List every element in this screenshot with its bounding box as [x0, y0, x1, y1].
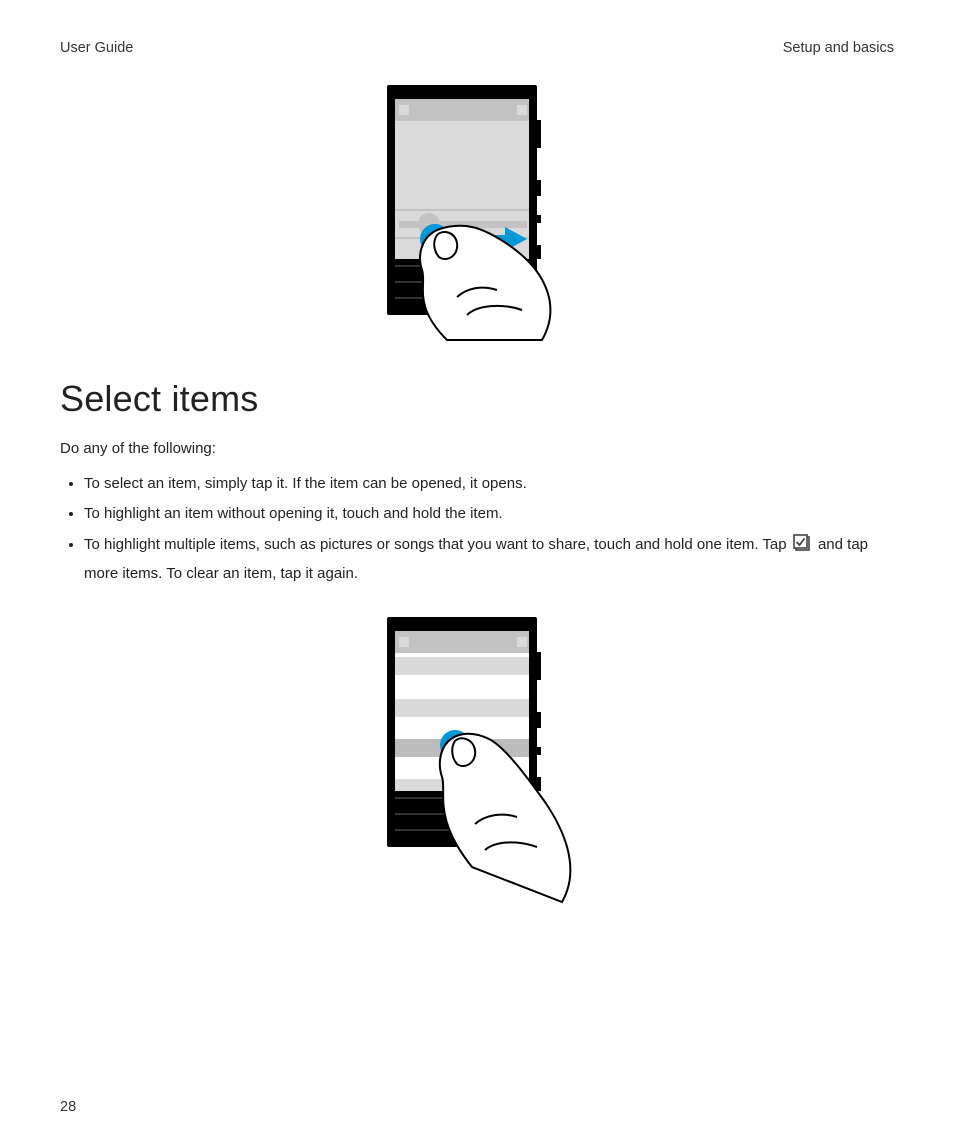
figure-swipe-right [60, 80, 894, 350]
figure-tap-hold [60, 617, 894, 937]
checkbox-select-icon [793, 534, 811, 561]
section-heading: Select items [60, 378, 894, 420]
header-left: User Guide [60, 40, 133, 56]
bullet-item-1: To select an item, simply tap it. If the… [84, 471, 894, 497]
bullet-item-2: To highlight an item without opening it,… [84, 501, 894, 527]
header-right: Setup and basics [783, 40, 894, 56]
bullet-item-3: To highlight multiple items, such as pic… [84, 532, 894, 588]
bullet-list: To select an item, simply tap it. If the… [60, 471, 894, 587]
intro-text: Do any of the following: [60, 440, 894, 457]
swipe-right-illustration [377, 85, 577, 345]
hand-thumb-illustration-2 [440, 734, 571, 902]
page-header: User Guide Setup and basics [60, 40, 894, 56]
document-page: User Guide Setup and basics [0, 0, 954, 1145]
page-number: 28 [60, 1099, 76, 1115]
bullet-3-pre: To highlight multiple items, such as pic… [84, 536, 791, 553]
tap-hold-illustration [377, 617, 577, 907]
